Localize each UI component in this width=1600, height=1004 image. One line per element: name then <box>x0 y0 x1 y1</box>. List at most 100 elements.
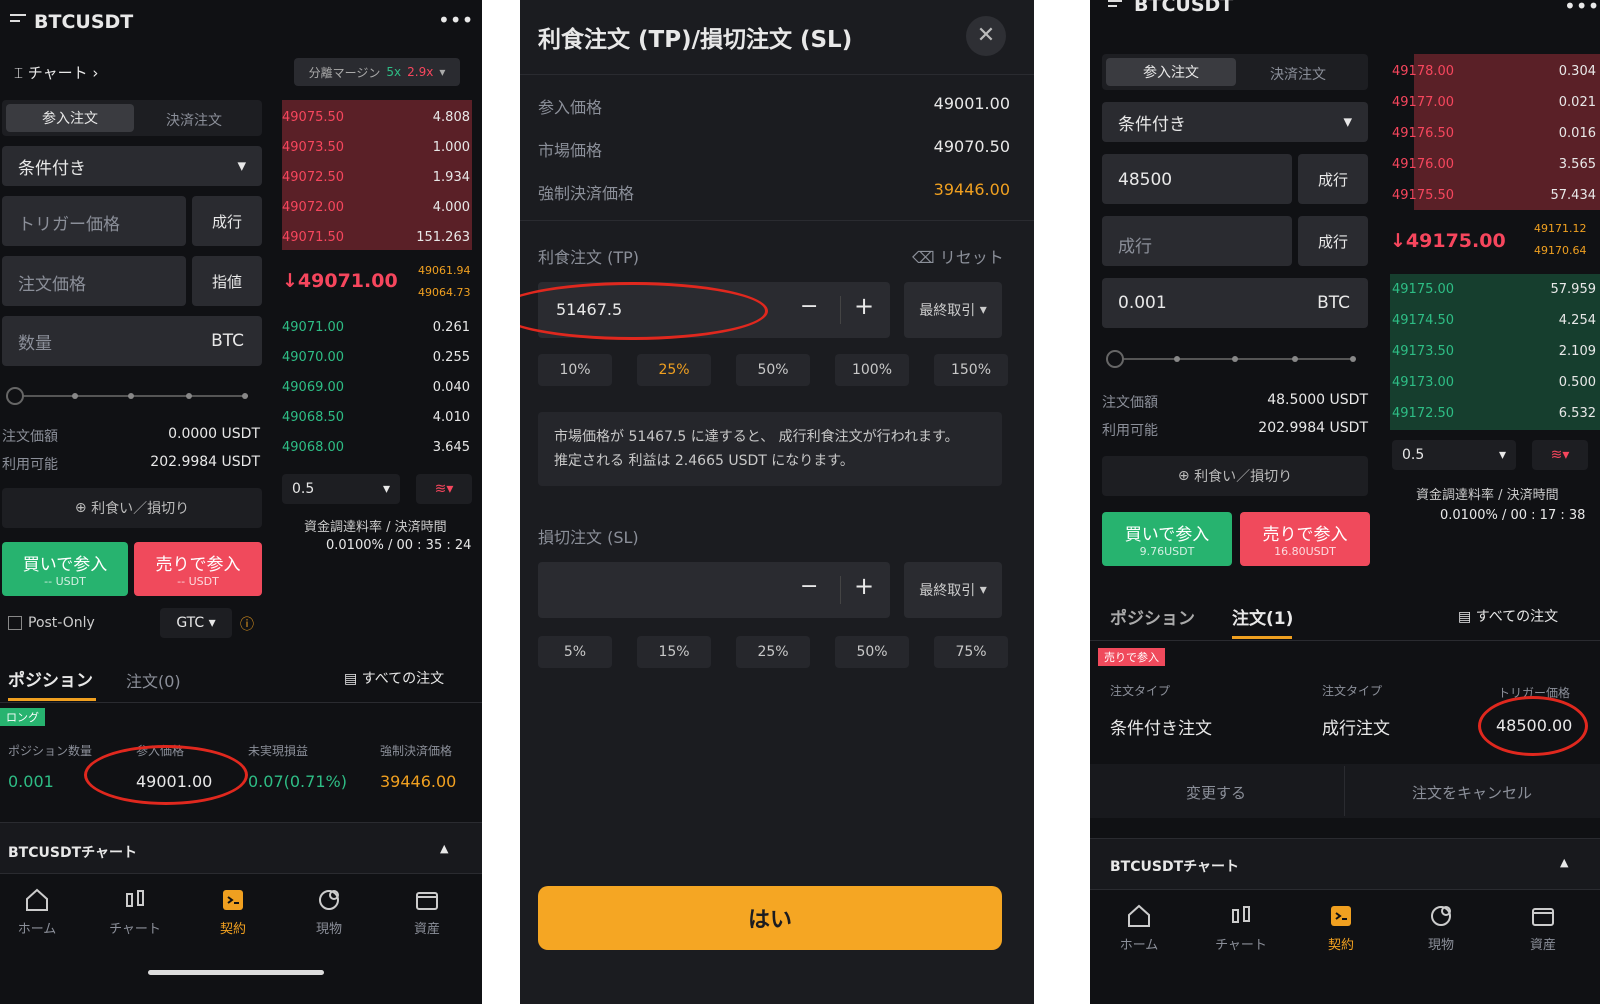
nav-assets[interactable]: 資産 <box>392 886 462 937</box>
nav-chart[interactable]: チャート <box>1206 902 1276 953</box>
tab-positions[interactable]: ポジション <box>1110 604 1195 629</box>
tpsl-button[interactable]: ⊕ 利食い／損切り <box>1102 456 1368 496</box>
percent-chip[interactable]: 150% <box>934 354 1008 386</box>
tp-plus-button[interactable]: + <box>854 292 874 320</box>
tab-positions[interactable]: ポジション <box>8 666 93 691</box>
bid-row[interactable]: 49068.00 3.645 <box>282 440 470 455</box>
book-view-toggle[interactable]: ≋▾ <box>1532 440 1588 470</box>
ask-row[interactable]: 49072.00 4.000 <box>282 200 470 215</box>
nav-contract[interactable]: 契約 <box>198 886 268 937</box>
ask-row[interactable]: 49071.50 151.263 <box>282 230 470 245</box>
trigger-price-value: 48500 <box>1118 170 1173 190</box>
chart-link[interactable]: ⌶ チャート › <box>14 62 98 83</box>
trigger-mode-button[interactable]: 成行 <box>192 196 262 246</box>
tab-orders[interactable]: 注文(1) <box>1232 604 1293 629</box>
tab-close[interactable]: 決済注文 <box>1270 64 1326 84</box>
collapse-icon[interactable]: ▲ <box>1560 856 1568 869</box>
confirm-button[interactable]: はい <box>538 886 1002 950</box>
symbol-title[interactable]: BTCUSDT <box>34 11 133 33</box>
sell-button[interactable]: 売りで参入 -- USDT <box>134 542 262 596</box>
nav-home[interactable]: ホーム <box>2 886 72 937</box>
menu-icon[interactable] <box>1108 0 1122 10</box>
all-orders-link[interactable]: ▤ すべての注文 <box>344 668 444 688</box>
qty-slider[interactable] <box>6 387 248 405</box>
percent-chip[interactable]: 50% <box>835 636 909 668</box>
nav-contract[interactable]: 契約 <box>1306 902 1376 953</box>
funding-label: 資金調達料率 / 決済時間 <box>1416 488 1559 503</box>
sell-button[interactable]: 売りで参入 16.80USDT <box>1240 512 1370 566</box>
nav-assets[interactable]: 資産 <box>1508 902 1578 953</box>
price-mode-button[interactable]: 成行 <box>1298 216 1368 266</box>
ask-row[interactable]: 49176.00 3.565 <box>1392 157 1596 172</box>
post-only-checkbox[interactable]: Post-Only <box>8 615 95 631</box>
bid-row[interactable]: 49173.50 2.109 <box>1392 344 1596 359</box>
depth-select[interactable]: 0.5 ▾ <box>282 474 400 504</box>
cancel-order-button[interactable]: 注文をキャンセル <box>1412 782 1532 803</box>
tp-minus-button[interactable]: − <box>800 294 818 319</box>
tp-trigger-select[interactable]: 最終取引 ▾ <box>904 282 1002 338</box>
margin-selector[interactable]: 分離マージン 5x 2.9x ▾ <box>294 58 460 86</box>
ask-row[interactable]: 49072.50 1.934 <box>282 170 470 185</box>
order-type-select[interactable]: 条件付き ▾ <box>1102 102 1368 142</box>
more-icon[interactable]: ••• <box>1564 0 1599 18</box>
symbol-title[interactable]: BTCUSDT <box>1134 0 1233 16</box>
quantity-input[interactable]: 数量 BTC <box>2 316 262 366</box>
percent-chip[interactable]: 25% <box>736 636 810 668</box>
price-mode-button[interactable]: 指値 <box>192 256 262 306</box>
menu-icon[interactable] <box>10 14 26 28</box>
ask-row[interactable]: 49178.00 0.304 <box>1392 64 1596 79</box>
tab-open[interactable]: 参入注文 <box>1106 58 1236 86</box>
bid-row[interactable]: 49174.50 4.254 <box>1392 313 1596 328</box>
quantity-input[interactable]: 0.001 BTC <box>1102 278 1368 328</box>
nav-chart[interactable]: チャート <box>100 886 170 937</box>
gtc-select[interactable]: GTC ▾ <box>160 608 232 638</box>
ask-row[interactable]: 49075.50 4.808 <box>282 110 470 125</box>
qty-slider[interactable] <box>1106 350 1356 368</box>
ask-row[interactable]: 49177.00 0.021 <box>1392 95 1596 110</box>
all-orders-link[interactable]: ▤ すべての注文 <box>1458 606 1558 626</box>
nav-home[interactable]: ホーム <box>1104 902 1174 953</box>
bid-row[interactable]: 49173.00 0.500 <box>1392 375 1596 390</box>
modify-button[interactable]: 変更する <box>1186 782 1246 803</box>
percent-chip[interactable]: 15% <box>637 636 711 668</box>
sl-minus-button[interactable]: − <box>800 574 818 599</box>
close-icon[interactable]: ✕ <box>966 16 1006 56</box>
buy-button[interactable]: 買いで参入 9.76USDT <box>1102 512 1232 566</box>
bid-row[interactable]: 49175.00 57.959 <box>1392 282 1596 297</box>
book-view-toggle[interactable]: ≋▾ <box>416 474 472 504</box>
collapse-icon[interactable]: ▲ <box>440 842 448 855</box>
tab-orders[interactable]: 注文(0) <box>126 668 181 692</box>
bid-row[interactable]: 49070.00 0.255 <box>282 350 470 365</box>
more-icon[interactable]: ••• <box>438 8 473 32</box>
sl-price-input[interactable] <box>538 562 890 618</box>
document-icon: ▤ <box>344 671 362 687</box>
bid-row[interactable]: 49071.00 0.261 <box>282 320 470 335</box>
tab-open[interactable]: 参入注文 <box>6 104 134 132</box>
ask-row[interactable]: 49175.50 57.434 <box>1392 188 1596 203</box>
percent-chip[interactable]: 75% <box>934 636 1008 668</box>
book-price: 49176.50 <box>1392 126 1455 141</box>
nav-spot[interactable]: 現物 <box>1406 902 1476 953</box>
sl-plus-button[interactable]: + <box>854 572 874 600</box>
ask-row[interactable]: 49176.50 0.016 <box>1392 126 1596 141</box>
percent-chip[interactable]: 50% <box>736 354 810 386</box>
percent-chip[interactable]: 25% <box>637 354 711 386</box>
nav-spot[interactable]: 現物 <box>294 886 364 937</box>
help-icon[interactable]: ⓘ <box>240 614 254 634</box>
percent-chip[interactable]: 5% <box>538 636 612 668</box>
trigger-mode-button[interactable]: 成行 <box>1298 154 1368 204</box>
bid-row[interactable]: 49068.50 4.010 <box>282 410 470 425</box>
sl-trigger-select[interactable]: 最終取引 ▾ <box>904 562 1002 618</box>
bid-row[interactable]: 49172.50 6.532 <box>1392 406 1596 421</box>
buy-button[interactable]: 買いで参入 -- USDT <box>2 542 128 596</box>
bid-row[interactable]: 49069.00 0.040 <box>282 380 470 395</box>
ask-row[interactable]: 49073.50 1.000 <box>282 140 470 155</box>
tpsl-button[interactable]: ⊕ 利食い／損切り <box>2 488 262 528</box>
percent-chip[interactable]: 100% <box>835 354 909 386</box>
percent-chip[interactable]: 10% <box>538 354 612 386</box>
depth-select[interactable]: 0.5 ▾ <box>1392 440 1516 470</box>
reset-button[interactable]: ⌫ リセット <box>912 244 1004 268</box>
order-type-select[interactable]: 条件付き ▾ <box>2 146 262 186</box>
book-price: 49175.50 <box>1392 188 1455 203</box>
tab-close[interactable]: 決済注文 <box>166 110 222 130</box>
